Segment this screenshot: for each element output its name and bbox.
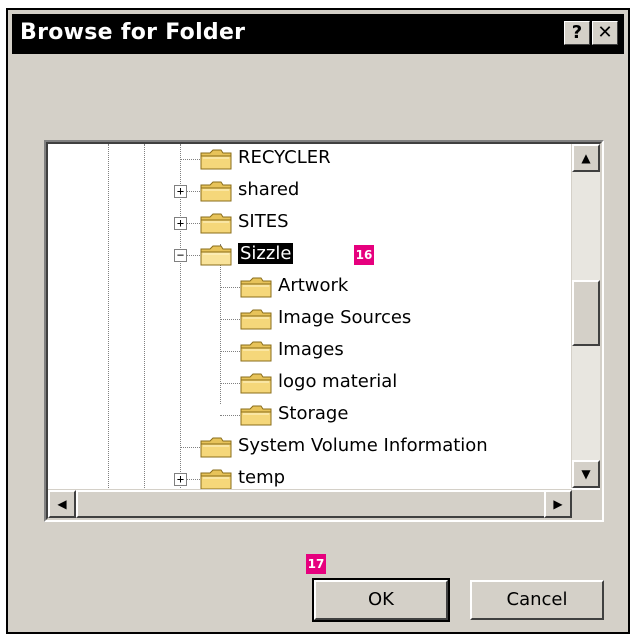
- scroll-up-button[interactable]: ▲: [572, 144, 600, 172]
- folder-tree-viewport: RECYCLER + shared + SITES − Sizzle 16 Artwor…: [46, 142, 602, 520]
- horizontal-scrollbar[interactable]: ◀ ▶: [48, 489, 572, 518]
- tree-item-label[interactable]: shared: [238, 179, 299, 200]
- browse-for-folder-dialog: Browse for Folder ? ✕ RECYCLER + shared + …: [6, 8, 630, 634]
- tree-item-label[interactable]: System Volume Information: [238, 435, 488, 456]
- folder-icon: [200, 180, 232, 202]
- tree-connector: [180, 159, 200, 160]
- folder-open-icon: [200, 244, 232, 266]
- close-button[interactable]: ✕: [592, 21, 618, 45]
- tree-item-label[interactable]: Sizzle: [236, 242, 295, 265]
- tree-item[interactable]: logo material: [48, 368, 568, 398]
- horizontal-scroll-thumb[interactable]: [76, 490, 546, 518]
- tree-item[interactable]: + shared: [48, 176, 568, 206]
- tree-item-label[interactable]: RECYCLER: [238, 147, 331, 168]
- arrow-left-icon: ◀: [57, 497, 67, 511]
- title-bar[interactable]: Browse for Folder ? ✕: [12, 14, 624, 54]
- tree-item[interactable]: System Volume Information: [48, 432, 568, 462]
- folder-icon: [200, 148, 232, 170]
- tree-item[interactable]: Image Sources: [48, 304, 568, 334]
- tree-item-label[interactable]: logo material: [278, 371, 397, 392]
- expand-icon[interactable]: +: [174, 185, 187, 198]
- tree-item[interactable]: − Sizzle 16: [48, 240, 568, 270]
- dialog-title: Browse for Folder: [20, 20, 246, 45]
- scroll-right-button[interactable]: ▶: [544, 490, 572, 518]
- folder-icon: [200, 436, 232, 458]
- tree-connector: [220, 415, 240, 416]
- scroll-down-button[interactable]: ▼: [572, 460, 600, 488]
- tree-connector: [180, 447, 200, 448]
- folder-icon: [240, 404, 272, 426]
- tree-item-label[interactable]: Images: [278, 339, 344, 360]
- tree-item-label[interactable]: Artwork: [278, 275, 348, 296]
- help-button[interactable]: ?: [564, 21, 590, 45]
- arrow-right-icon: ▶: [553, 497, 563, 511]
- folder-icon: [240, 308, 272, 330]
- folder-icon: [240, 372, 272, 394]
- tree-item[interactable]: Images: [48, 336, 568, 366]
- folder-icon: [240, 340, 272, 362]
- tree-connector: [220, 383, 240, 384]
- tree-item-label[interactable]: SITES: [238, 211, 289, 232]
- tree-item[interactable]: RECYCLER: [48, 144, 568, 174]
- tree-item-label[interactable]: temp: [238, 467, 285, 488]
- scroll-corner: [572, 490, 600, 518]
- ok-button[interactable]: OK: [312, 578, 450, 622]
- tree-item-label[interactable]: Image Sources: [278, 307, 411, 328]
- tree-item-label[interactable]: Storage: [278, 403, 348, 424]
- arrow-down-icon: ▼: [581, 467, 591, 481]
- tree-connector: [220, 351, 240, 352]
- folder-tree[interactable]: RECYCLER + shared + SITES − Sizzle 16 Artwor…: [44, 140, 604, 522]
- folder-icon: [240, 276, 272, 298]
- callout-badge-17: 17: [306, 554, 326, 574]
- arrow-up-icon: ▲: [581, 151, 591, 165]
- expand-icon[interactable]: +: [174, 473, 187, 486]
- expand-icon[interactable]: +: [174, 217, 187, 230]
- collapse-icon[interactable]: −: [174, 249, 187, 262]
- tree-item[interactable]: Storage: [48, 400, 568, 430]
- cancel-button[interactable]: Cancel: [470, 580, 604, 620]
- tree-connector: [220, 287, 240, 288]
- folder-icon: [200, 468, 232, 490]
- tree-connector: [220, 319, 240, 320]
- tree-item[interactable]: + SITES: [48, 208, 568, 238]
- tree-item[interactable]: Artwork: [48, 272, 568, 302]
- vertical-scroll-thumb[interactable]: [572, 280, 600, 346]
- vertical-scrollbar[interactable]: ▲ ▼: [571, 144, 600, 488]
- scroll-left-button[interactable]: ◀: [48, 490, 76, 518]
- folder-icon: [200, 212, 232, 234]
- callout-badge-16: 16: [354, 245, 374, 265]
